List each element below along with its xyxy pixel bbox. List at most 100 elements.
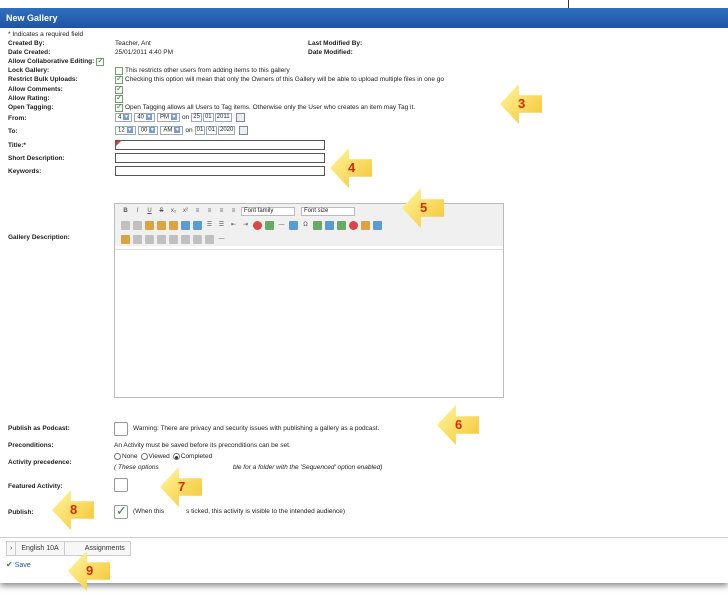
chevron-down-icon: ▼ — [174, 127, 181, 133]
date-modified-label: Date Modified: — [308, 49, 353, 56]
strikethrough-icon[interactable]: S — [157, 207, 166, 216]
chevron-down-icon: ▼ — [171, 114, 178, 120]
last-modified-by-label: Last Modified By: — [308, 40, 363, 47]
copy-icon[interactable] — [157, 220, 166, 230]
bullet-list-icon[interactable]: ☰ — [205, 221, 214, 230]
created-by-label: Created By: — [8, 40, 45, 47]
collab-checkbox[interactable] — [96, 56, 105, 66]
check-icon: ✔ — [6, 560, 13, 569]
insert-col-icon[interactable] — [157, 234, 166, 244]
html-icon[interactable] — [373, 220, 382, 230]
editor-toolbar-3: — — [115, 232, 503, 246]
precedence-none-radio[interactable] — [114, 453, 121, 460]
from-year-input[interactable]: 2011 — [214, 113, 232, 122]
delete-row-icon[interactable] — [205, 234, 214, 244]
table-props-icon[interactable] — [133, 234, 142, 244]
italic-icon[interactable]: I — [133, 207, 142, 216]
separator-icon[interactable]: — — [217, 235, 226, 244]
align-center-icon[interactable]: ≡ — [205, 207, 214, 216]
highlight-icon[interactable] — [265, 220, 274, 230]
align-right-icon[interactable]: ≡ — [217, 207, 226, 216]
from-minute-select[interactable]: 40 ▼ — [134, 113, 156, 122]
redo-icon[interactable] — [133, 220, 142, 230]
short-desc-input[interactable] — [115, 153, 325, 163]
from-label: From: — [8, 115, 27, 122]
text-color-icon[interactable] — [253, 220, 262, 230]
precedence-none-label: None — [122, 453, 138, 460]
chevron-right-icon[interactable]: › — [7, 542, 17, 555]
date-created-label: Date Created: — [8, 49, 51, 56]
save-button[interactable]: ✔ Save — [6, 560, 31, 569]
paste-text-icon[interactable] — [181, 220, 190, 230]
cleanup-icon[interactable] — [193, 220, 202, 230]
to-hour-select[interactable]: 12 ▼ — [115, 126, 136, 135]
to-ampm-select[interactable]: AM ▼ — [160, 126, 184, 135]
podcast-checkbox[interactable] — [114, 421, 128, 436]
rich-text-editor[interactable]: B I U S x₂ x² ≡ ≡ ≡ ≡ Font family Font s… — [114, 203, 504, 398]
short-desc-label: Short Description: — [8, 155, 65, 162]
cell-props-icon[interactable] — [145, 234, 154, 244]
editor-toolbar-2: ☰ ☰ ⇤ ⇥ — Ω — [115, 218, 503, 232]
font-size-select[interactable]: Font size — [301, 206, 355, 216]
merge-cells-icon[interactable] — [181, 234, 190, 244]
emoticon-icon[interactable] — [361, 220, 370, 230]
preconditions-label: Preconditions: — [8, 442, 54, 449]
from-hour-select[interactable]: 4 ▼ — [115, 113, 133, 122]
underline-icon[interactable]: U — [145, 207, 154, 216]
from-month-input[interactable]: 01 — [202, 113, 214, 122]
to-label: To: — [8, 128, 18, 135]
bulk-text: Checking this option will mean that only… — [125, 76, 445, 83]
chevron-down-icon: ▼ — [149, 127, 156, 133]
callout-7: 7 — [160, 467, 202, 507]
publish-checkbox[interactable] — [114, 504, 128, 519]
precedence-viewed-radio[interactable] — [140, 453, 148, 460]
align-justify-icon[interactable]: ≡ — [229, 207, 238, 216]
from-ampm-select[interactable]: PM ▼ — [157, 113, 181, 122]
flash-icon[interactable] — [349, 220, 358, 230]
created-by-value: Teacher, Ant — [115, 40, 151, 47]
font-family-select[interactable]: Font family — [241, 206, 295, 216]
undo-icon[interactable] — [121, 220, 130, 230]
paste-icon[interactable] — [169, 220, 178, 230]
to-month-input[interactable]: 01 — [206, 126, 217, 135]
publish-label: Publish: — [8, 509, 34, 516]
calendar-icon[interactable] — [235, 113, 245, 122]
horizontal-rule-icon[interactable]: — — [277, 221, 286, 230]
from-day-input[interactable]: 25 — [191, 113, 202, 122]
featured-label: Featured Activity: — [8, 483, 63, 490]
link-icon[interactable] — [289, 220, 298, 230]
special-char-icon[interactable]: Ω — [301, 221, 310, 230]
image-icon[interactable] — [325, 220, 334, 230]
split-cells-icon[interactable] — [193, 234, 202, 244]
editor-content-area[interactable] — [115, 249, 503, 397]
outdent-icon[interactable]: ⇤ — [229, 221, 238, 230]
insert-row-icon[interactable] — [121, 234, 130, 244]
to-day-input[interactable]: 01 — [194, 126, 206, 135]
cut-icon[interactable] — [145, 220, 154, 230]
bulk-checkbox[interactable] — [115, 74, 123, 84]
precedence-completed-radio[interactable] — [172, 453, 180, 460]
to-minute-select[interactable]: 00 ▼ — [137, 126, 159, 135]
featured-checkbox[interactable] — [114, 477, 128, 492]
precedence-viewed-label: Viewed — [148, 453, 170, 460]
subscript-icon[interactable]: x₂ — [169, 207, 178, 216]
to-year-input[interactable]: 2020 — [217, 126, 236, 135]
media-icon[interactable] — [337, 220, 346, 230]
title-input[interactable] — [115, 140, 325, 150]
keywords-input[interactable] — [115, 166, 325, 176]
tagging-checkbox[interactable] — [115, 102, 123, 112]
precedence-note-start: ( These options — [114, 464, 159, 471]
calendar-icon[interactable] — [239, 126, 249, 135]
editor-toolbar-1: B I U S x₂ x² ≡ ≡ ≡ ≡ Font family Font s… — [115, 204, 503, 218]
numbered-list-icon[interactable]: ☰ — [217, 221, 226, 230]
preconditions-text: An Activity must be saved before its pre… — [114, 442, 291, 449]
delete-col-icon[interactable] — [169, 234, 178, 244]
rating-label: Allow Rating: — [8, 95, 50, 102]
indent-icon[interactable]: ⇥ — [241, 221, 250, 230]
align-left-icon[interactable]: ≡ — [193, 207, 202, 216]
title-label: Title:* — [8, 142, 26, 149]
superscript-icon[interactable]: x² — [181, 207, 190, 216]
bold-icon[interactable]: B — [121, 207, 130, 216]
table-icon[interactable] — [313, 220, 322, 230]
breadcrumb-english[interactable]: English 10A — [16, 542, 65, 555]
